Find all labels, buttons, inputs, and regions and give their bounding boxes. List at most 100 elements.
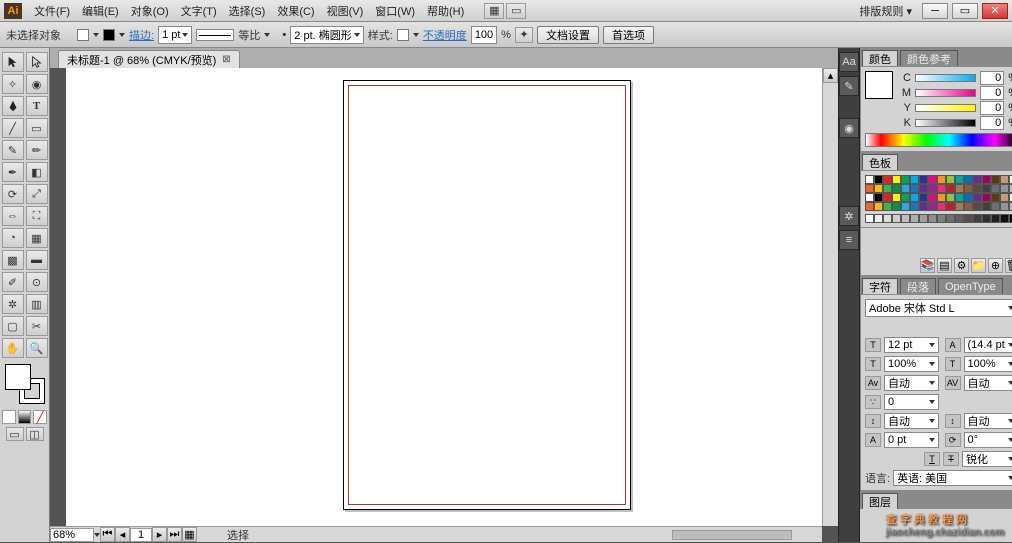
swatch-cell[interactable] <box>964 184 973 193</box>
last-page-icon[interactable]: ⏭ <box>167 527 182 542</box>
swatch-cell[interactable] <box>991 184 1000 193</box>
style-swatch[interactable] <box>397 29 409 41</box>
swatch-cell[interactable] <box>964 202 973 211</box>
draw-normal-icon[interactable]: ▭ <box>6 427 24 441</box>
scale-tool[interactable]: ⤢ <box>26 184 48 204</box>
gradient-tool[interactable]: ▬ <box>26 250 48 270</box>
hscale-field[interactable]: 100% <box>884 356 939 372</box>
swatch-tint[interactable] <box>892 214 901 223</box>
swatch-tint[interactable] <box>883 214 892 223</box>
character-tab[interactable]: 字符 <box>862 278 898 294</box>
black-slider[interactable] <box>915 119 976 127</box>
swatch-cell[interactable] <box>865 193 874 202</box>
rotate-tool[interactable]: ⟳ <box>2 184 24 204</box>
swatch-tint[interactable] <box>937 214 946 223</box>
swatch-cell[interactable] <box>973 202 982 211</box>
swatch-cell[interactable] <box>946 193 955 202</box>
stroke-profile-preview[interactable] <box>196 29 234 41</box>
swatch-cell[interactable] <box>955 202 964 211</box>
yellow-slider[interactable] <box>915 104 976 112</box>
menu-view[interactable]: 视图(V) <box>321 3 370 19</box>
width-tool[interactable]: ⇔ <box>2 206 24 226</box>
swatch-tint[interactable] <box>946 214 955 223</box>
magenta-value[interactable]: 0 <box>980 86 1004 100</box>
opentype-tab[interactable]: OpenType <box>938 278 1003 294</box>
swatch-cell[interactable] <box>1000 184 1009 193</box>
swatch-tint[interactable] <box>982 214 991 223</box>
color-tab[interactable]: 颜色 <box>862 50 898 66</box>
color-mode-gradient[interactable] <box>18 410 32 424</box>
magenta-slider[interactable] <box>915 89 976 97</box>
symbols-panel-icon[interactable]: ✲ <box>839 206 859 226</box>
opacity-link[interactable]: 不透明度 <box>423 27 467 43</box>
swatch-tint[interactable] <box>919 214 928 223</box>
swatch-cell[interactable] <box>937 193 946 202</box>
swatch-cell[interactable] <box>883 184 892 193</box>
prev-page-icon[interactable]: ◂ <box>115 527 130 542</box>
baseline2-field[interactable]: 自动 <box>964 413 1012 429</box>
document-setup-button[interactable]: 文档设置 <box>537 26 599 44</box>
language-field[interactable]: 英语: 美国 <box>893 470 1012 486</box>
pencil-tool[interactable]: ✏ <box>26 140 48 160</box>
layers-tab[interactable]: 图层 <box>862 493 898 509</box>
hand-tool[interactable]: ✋ <box>2 338 24 358</box>
color-spectrum[interactable] <box>865 133 1012 147</box>
document-tab-close-icon[interactable]: ⊠ <box>222 54 230 65</box>
font-family-field[interactable]: Adobe 宋体 Std L <box>865 299 1012 317</box>
swatch-cell[interactable] <box>982 202 991 211</box>
leading-field[interactable]: (14.4 pt <box>964 337 1012 353</box>
swatch-cell[interactable] <box>955 193 964 202</box>
swatch-tint[interactable] <box>955 214 964 223</box>
artboard-nav-icon[interactable]: ▦ <box>182 527 197 542</box>
swatch-cell[interactable] <box>901 175 910 184</box>
rectangle-tool[interactable]: ▭ <box>26 118 48 138</box>
arrange-docs-icon[interactable]: ▦ <box>484 3 504 19</box>
opacity-field[interactable]: 100 <box>471 26 497 44</box>
perspective-grid-tool[interactable]: ▦ <box>26 228 48 248</box>
brushes-panel-icon[interactable]: ✎ <box>839 76 859 96</box>
swatch-cell[interactable] <box>865 202 874 211</box>
swatch-cell[interactable] <box>865 175 874 184</box>
swatch-cell[interactable] <box>991 193 1000 202</box>
swatch-lib-icon[interactable]: 📚 <box>920 258 935 273</box>
swatch-cell[interactable] <box>991 175 1000 184</box>
color-panel-swatch[interactable] <box>865 71 893 99</box>
line-tool[interactable]: ╱ <box>2 118 24 138</box>
profile-dropdown-icon[interactable] <box>264 33 270 37</box>
stroke-link[interactable]: 描边: <box>129 27 154 43</box>
page-number-field[interactable]: 1 <box>130 528 152 542</box>
antialias-field[interactable]: 锐化 <box>962 451 1012 467</box>
color-mode-solid[interactable] <box>2 410 16 424</box>
swatch-cell[interactable] <box>1000 193 1009 202</box>
swatches-grayscale-row[interactable] <box>865 214 1012 223</box>
eraser-tool[interactable]: ◧ <box>26 162 48 182</box>
fill-swatch[interactable] <box>77 29 89 41</box>
swatch-cell[interactable] <box>946 184 955 193</box>
font-size-field[interactable]: 12 pt <box>884 337 939 353</box>
swatch-cell[interactable] <box>874 193 883 202</box>
swatch-cell[interactable] <box>982 175 991 184</box>
swatch-options-icon[interactable]: ⚙ <box>954 258 969 273</box>
menu-select[interactable]: 选择(S) <box>223 3 272 19</box>
vertical-scrollbar[interactable]: ▴ <box>822 68 838 526</box>
style-dropdown-icon[interactable] <box>413 33 419 37</box>
swatch-cell[interactable] <box>1000 175 1009 184</box>
menu-edit[interactable]: 编辑(E) <box>76 3 125 19</box>
underline-icon[interactable]: T <box>924 452 940 466</box>
type-tool[interactable]: T <box>26 96 48 116</box>
zoom-tool[interactable]: 🔍 <box>26 338 48 358</box>
draw-behind-icon[interactable]: ◫ <box>26 427 44 441</box>
swatch-tint[interactable] <box>964 214 973 223</box>
swatch-tint[interactable] <box>973 214 982 223</box>
swatches-grid[interactable] <box>865 175 1012 211</box>
swatch-cell[interactable] <box>991 202 1000 211</box>
tracking-field[interactable]: 0 <box>884 394 939 410</box>
menu-object[interactable]: 对象(O) <box>125 3 175 19</box>
delete-swatch-icon[interactable]: 🗑 <box>1005 258 1012 273</box>
color-mode-none[interactable]: ╱ <box>33 410 47 424</box>
lasso-tool[interactable]: ◉ <box>26 74 48 94</box>
menu-help[interactable]: 帮助(H) <box>421 3 470 19</box>
swatch-cell[interactable] <box>883 175 892 184</box>
cyan-value[interactable]: 0 <box>980 71 1004 85</box>
fill-stroke-control[interactable] <box>5 364 45 404</box>
